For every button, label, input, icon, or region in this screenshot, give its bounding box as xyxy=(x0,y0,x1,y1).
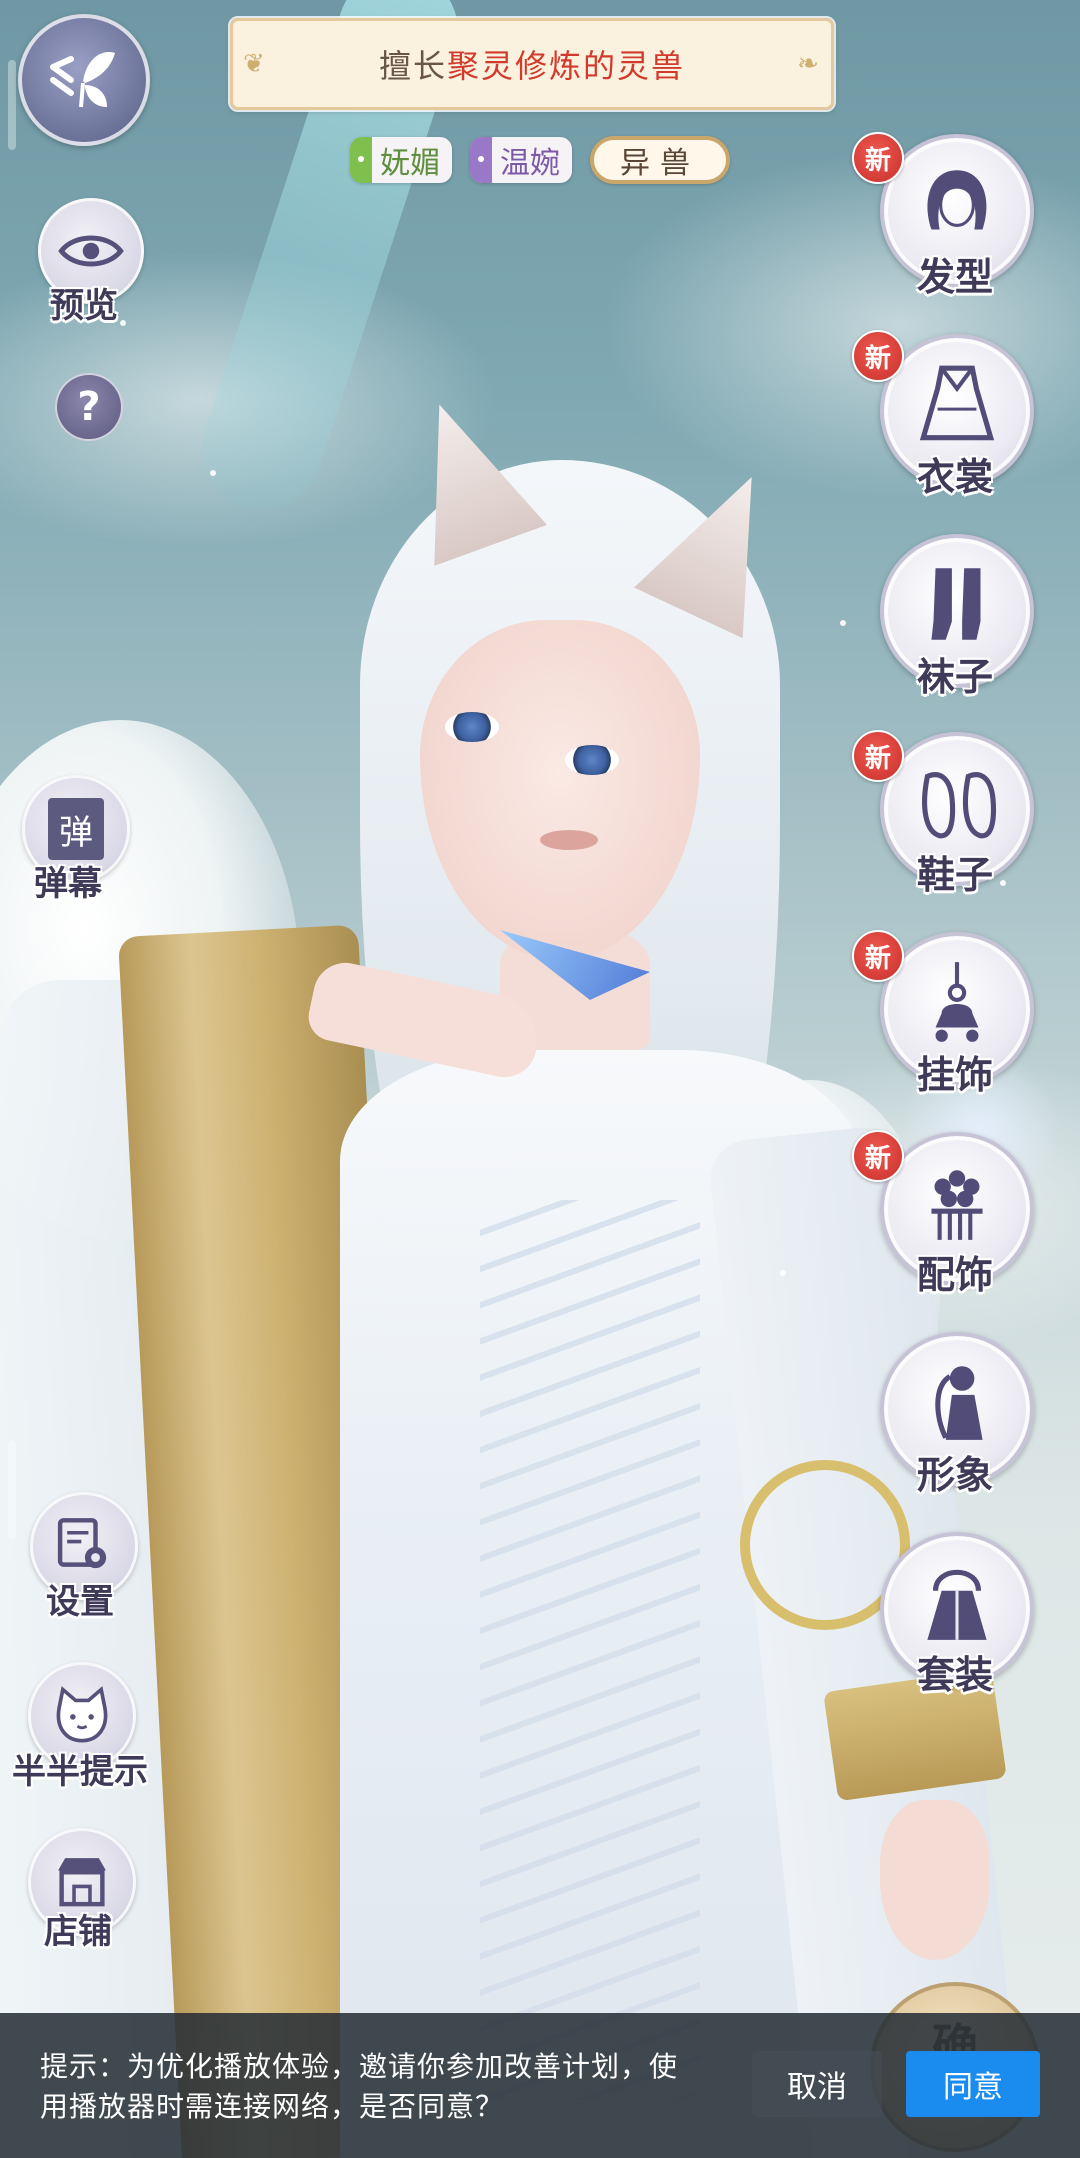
cancel-button[interactable]: 取消 xyxy=(752,2051,882,2117)
type-tag: 异兽 xyxy=(590,136,730,184)
settings-gear-icon xyxy=(57,1518,107,1569)
trait-tag: 妩媚 xyxy=(350,137,452,183)
cat-face-icon xyxy=(56,1686,108,1743)
banner-ornament-icon: ❦ xyxy=(243,49,267,79)
category-label: 袜子 xyxy=(916,654,993,699)
trait-tag-label: 妩媚 xyxy=(380,146,440,181)
back-button[interactable] xyxy=(18,14,150,146)
wardrobe-category-appearance[interactable]: 形象 xyxy=(880,1332,1034,1502)
shop-label: 店铺 xyxy=(44,1912,112,1952)
danmaku-label: 弹幕 xyxy=(34,864,102,904)
wardrobe-category-socks[interactable]: 袜子 xyxy=(880,534,1034,704)
trait-tag: 温婉 xyxy=(470,137,572,183)
category-label: 形象 xyxy=(916,1452,993,1497)
new-badge: 新 xyxy=(852,330,904,382)
banner-title-highlight: 聚灵修炼的灵兽 xyxy=(447,47,686,85)
pendant-icon xyxy=(935,962,979,1042)
danmaku-icon: 弹 xyxy=(48,798,104,860)
socks-icon xyxy=(931,568,981,640)
edge-handle xyxy=(8,1440,16,1540)
clothing-icon xyxy=(919,365,995,441)
new-badge: 新 xyxy=(852,1130,904,1182)
appearance-icon xyxy=(935,1366,983,1440)
hint-label: 半半提示 xyxy=(12,1752,148,1792)
wardrobe-category-outfit-set[interactable]: 套装 xyxy=(880,1532,1034,1702)
accessory-icon xyxy=(931,1170,983,1240)
agree-button[interactable]: 同意 xyxy=(906,2051,1040,2117)
eye-icon xyxy=(58,235,124,267)
butterfly-back-icon xyxy=(50,52,115,108)
pet-trait-banner: ❦ 擅长 聚灵修炼的灵兽 ❧ xyxy=(228,16,836,112)
tag-marker-icon xyxy=(350,137,372,183)
category-label: 鞋子 xyxy=(916,852,993,897)
question-icon: ? xyxy=(77,384,101,430)
character-hand xyxy=(880,1800,990,1960)
help-button[interactable]: ? xyxy=(55,373,123,441)
character-lips xyxy=(540,830,598,850)
banner-title-prefix: 擅长 xyxy=(378,47,447,85)
trait-tags: 妩媚 温婉 异兽 xyxy=(350,136,730,184)
consent-dialog: 提示：为优化播放体验，邀请你参加改善计划，使用播放器时需连接网络，是否同意？ 取… xyxy=(0,2013,1080,2158)
consent-message: 提示：为优化播放体验，邀请你参加改善计划，使用播放器时需连接网络，是否同意？ xyxy=(40,2050,679,2123)
category-label: 配饰 xyxy=(916,1252,993,1297)
character-eye xyxy=(445,712,499,742)
hairstyle-icon xyxy=(927,170,987,230)
category-label: 发型 xyxy=(916,254,993,299)
trait-tag-label: 温婉 xyxy=(500,146,560,181)
shoes-icon xyxy=(922,772,997,839)
new-badge: 新 xyxy=(852,730,904,782)
preview-label: 预览 xyxy=(50,286,118,326)
tag-marker-icon xyxy=(470,137,492,183)
settings-label: 设置 xyxy=(46,1582,114,1622)
character-eye xyxy=(565,745,619,775)
banner-ornament-icon: ❧ xyxy=(797,49,821,79)
category-label: 套装 xyxy=(916,1652,993,1697)
category-label: 挂饰 xyxy=(916,1052,993,1097)
outfit-set-icon xyxy=(927,1569,987,1640)
new-badge: 新 xyxy=(852,132,904,184)
edge-handle xyxy=(8,60,16,150)
character-wardrobe-screen: ❦ 擅长 聚灵修炼的灵兽 ❧ 妩媚 温婉 异兽 预览 ? 弹 弹幕 设置 半半提… xyxy=(0,0,1080,2158)
category-label: 衣裳 xyxy=(916,454,993,499)
dress-pattern xyxy=(480,1200,700,2100)
new-badge: 新 xyxy=(852,930,904,982)
